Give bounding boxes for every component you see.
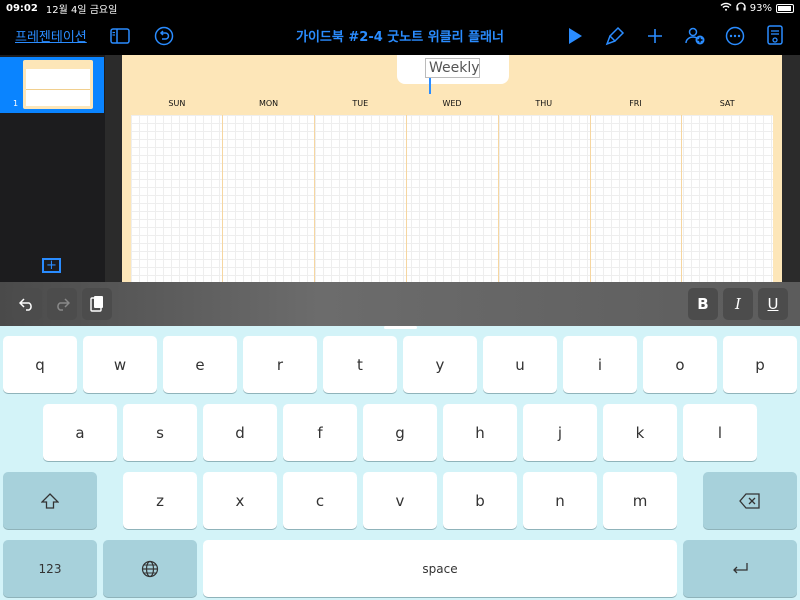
key-h[interactable]: h [443,404,517,461]
shift-icon[interactable] [3,472,97,529]
space-key[interactable]: space [203,540,677,597]
key-p[interactable]: p [723,336,797,393]
paste-icon[interactable] [82,288,112,320]
add-icon[interactable] [644,25,666,47]
slide-number: 1 [13,99,19,108]
day-tue: TUE [352,99,369,108]
title-text-field[interactable]: Weekly [425,58,480,94]
status-date: 12월 4일 금요일 [45,4,118,16]
wifi-icon [720,2,732,14]
slide-thumbnail[interactable] [23,60,93,109]
title-box[interactable]: Weekly [397,55,509,94]
key-q[interactable]: q [3,336,77,393]
key-m[interactable]: m [603,472,677,529]
undo-history-icon[interactable] [153,25,175,47]
key-o[interactable]: o [643,336,717,393]
headphones-icon [736,2,746,14]
play-icon[interactable] [564,25,586,47]
status-time: 09:02 [6,2,38,14]
numbers-key[interactable]: 123 [3,540,97,597]
day-sat: SAT [719,99,735,108]
slide-navigator: 1 + [0,55,105,282]
document-title[interactable]: 가이드북 #2-4 굿노트 위클리 플래너 [250,26,550,45]
key-d[interactable]: d [203,404,277,461]
day-fri: FRI [629,99,642,108]
key-l[interactable]: l [683,404,757,461]
return-icon[interactable] [683,540,797,597]
key-n[interactable]: n [523,472,597,529]
underline-button[interactable]: U [758,288,788,320]
on-screen-keyboard: q w e r t y u i o p a s d f g h j k l z … [0,326,800,600]
day-wed: WED [442,99,462,108]
format-brush-icon[interactable] [604,25,626,47]
keyboard-grabber[interactable] [384,326,417,329]
document-icon[interactable] [764,24,786,47]
italic-button[interactable]: I [723,288,753,320]
key-c[interactable]: c [283,472,357,529]
text-caret [429,78,431,94]
key-w[interactable]: w [83,336,157,393]
key-g[interactable]: g [363,404,437,461]
delete-icon[interactable] [703,472,797,529]
column-divider [222,115,223,282]
day-sun: SUN [168,99,186,108]
day-mon: MON [258,99,279,108]
column-divider [314,115,315,282]
bold-button[interactable]: B [688,288,718,320]
thumbnail-content [26,69,90,106]
key-u[interactable]: u [483,336,557,393]
day-thu: THU [535,99,553,108]
status-right: 93% [720,2,794,14]
battery-percent: 93% [749,2,772,14]
key-i[interactable]: i [563,336,637,393]
add-slide-icon[interactable]: + [42,258,61,273]
column-divider [498,115,499,282]
globe-icon[interactable] [103,540,197,597]
presentation-back-button[interactable]: 프레젠테이션 [15,26,87,45]
key-y[interactable]: y [403,336,477,393]
key-t[interactable]: t [323,336,397,393]
key-k[interactable]: k [603,404,677,461]
weekly-grid[interactable] [131,115,773,282]
key-j[interactable]: j [523,404,597,461]
column-divider [406,115,407,282]
keyboard-shortcut-bar: B I U [0,282,800,326]
key-s[interactable]: s [123,404,197,461]
slide-canvas: Weekly SUN MON TUE WED THU FRI SAT [105,55,800,282]
key-x[interactable]: x [203,472,277,529]
column-divider [681,115,682,282]
column-divider [590,115,591,282]
weekday-headers: SUN MON TUE WED THU FRI SAT [131,99,773,108]
collaborate-icon[interactable] [684,25,706,47]
key-z[interactable]: z [123,472,197,529]
key-a[interactable]: a [43,404,117,461]
undo-icon[interactable] [12,288,42,320]
redo-icon[interactable] [47,288,77,320]
key-r[interactable]: r [243,336,317,393]
key-v[interactable]: v [363,472,437,529]
slide[interactable]: Weekly SUN MON TUE WED THU FRI SAT [122,55,782,282]
key-e[interactable]: e [163,336,237,393]
slide-thumbnail-selected[interactable]: 1 [0,57,104,113]
more-icon[interactable] [724,25,746,47]
title-text: Weekly [429,60,480,76]
sidebar-toggle-icon[interactable] [109,25,131,47]
key-b[interactable]: b [443,472,517,529]
battery-icon [776,3,794,13]
key-f[interactable]: f [283,404,357,461]
app-toolbar: 프레젠테이션 가이드북 #2-4 굿노트 위클리 플래너 [0,16,800,55]
status-bar: 09:02 12월 4일 금요일 93% [0,0,800,16]
